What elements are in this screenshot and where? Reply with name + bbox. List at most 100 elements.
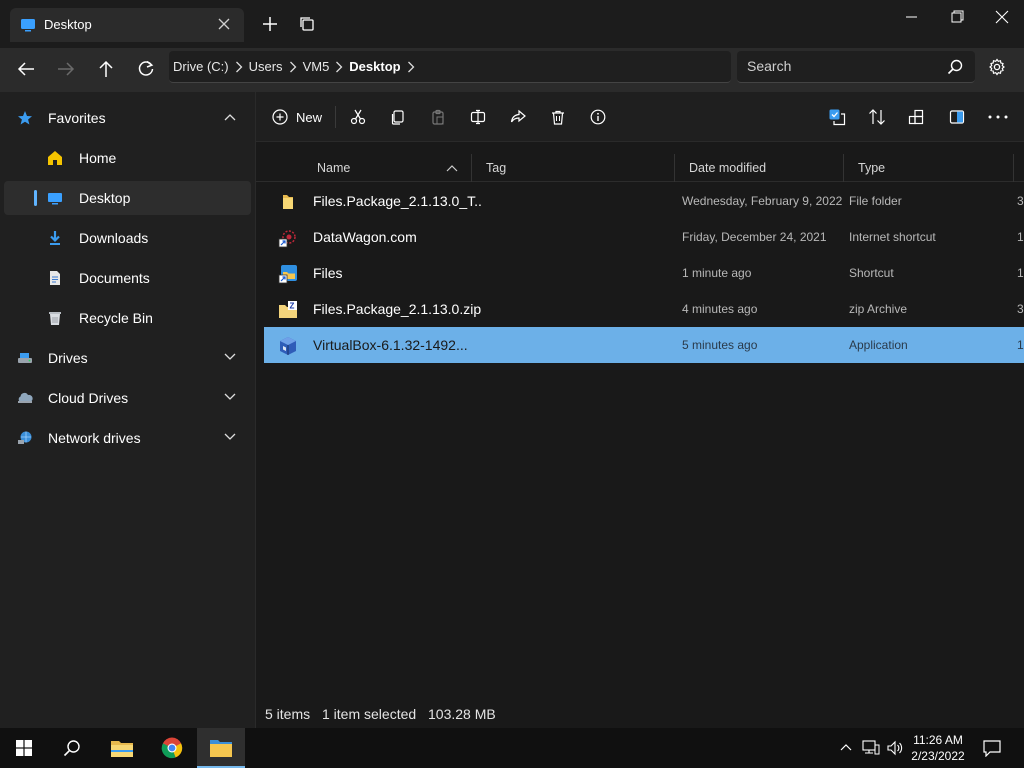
close-window-icon[interactable] [992,9,1016,25]
virtualbox-icon [278,336,298,356]
more-icon[interactable] [988,107,1008,127]
select-icon[interactable] [827,107,847,127]
column-date-modified[interactable]: Date modified [689,161,766,175]
chrome-icon[interactable] [148,728,196,768]
chevron-right-icon[interactable] [335,61,343,73]
column-tag[interactable]: Tag [486,161,506,175]
new-button[interactable]: New [272,106,322,128]
chevron-up-icon[interactable] [840,743,852,751]
column-divider[interactable] [471,154,472,182]
file-explorer-icon[interactable] [98,728,146,768]
sort-ascending-icon[interactable] [446,164,458,172]
app-shortcut-icon [278,264,298,284]
breadcrumb-desktop[interactable]: Desktop [349,59,400,74]
column-divider[interactable] [1013,154,1014,182]
table-row[interactable]: Files 1 minute ago Shortcut 1 [264,255,1024,291]
delete-icon[interactable] [548,107,568,127]
windows-start-icon[interactable] [0,728,48,768]
chevron-right-icon[interactable] [235,61,243,73]
clock-time: 11:26 AM [913,733,963,747]
zip-archive-icon: Z [278,300,298,320]
chevron-up-icon[interactable] [224,113,236,121]
table-row[interactable]: Z Files.Package_2.1.13.0.zip 4 minutes a… [264,291,1024,327]
sidebar-item-label: Drives [48,350,88,366]
breadcrumb-drive-c[interactable]: Drive (C:) [173,59,229,74]
notifications-icon[interactable] [983,740,1001,757]
table-row[interactable]: Files.Package_2.1.13.0_T... Wednesday, F… [264,183,1024,219]
up-arrow-icon[interactable] [94,57,118,81]
sidebar-item-recycle-bin[interactable]: Recycle Bin [4,301,251,335]
copy-icon[interactable] [388,107,408,127]
chevron-right-icon[interactable] [407,61,415,73]
internet-shortcut-icon [278,228,298,248]
file-date: Wednesday, February 9, 2022 [682,194,843,208]
sort-icon[interactable] [867,107,887,127]
column-divider[interactable] [674,154,675,182]
star-icon [16,109,34,127]
sidebar-item-drives[interactable]: Drives [4,341,251,375]
clock[interactable]: 11:26 AM 2/23/2022 [902,732,974,764]
rename-icon[interactable] [468,107,488,127]
chevron-right-icon[interactable] [289,61,297,73]
sidebar-item-network-drives[interactable]: Network drives [4,421,251,455]
preview-pane-icon[interactable] [947,107,967,127]
cloud-icon [16,389,34,407]
tab-desktop[interactable]: Desktop [10,8,244,42]
search-input[interactable] [747,58,937,74]
restore-icon[interactable] [946,9,970,25]
chevron-down-icon[interactable] [224,353,236,361]
files-app-icon[interactable] [197,728,245,768]
minimize-icon[interactable] [900,9,924,25]
file-size: 3 [1017,302,1024,316]
properties-icon[interactable] [588,107,608,127]
sidebar-item-label: Documents [79,270,150,286]
sidebar-item-label: Favorites [48,110,106,126]
column-name[interactable]: Name [317,161,350,175]
refresh-icon[interactable] [134,57,158,81]
status-bar: 5 items 1 item selected 103.28 MB [256,704,1024,726]
sidebar-item-label: Downloads [79,230,149,246]
gear-icon[interactable] [988,58,1006,76]
file-date: 4 minutes ago [682,302,758,316]
chevron-down-icon[interactable] [224,393,236,401]
close-tab-icon[interactable] [218,18,230,30]
sidebar-item-label: Recycle Bin [79,310,153,326]
sidebar-item-label: Cloud Drives [48,390,129,406]
table-row[interactable]: VirtualBox-6.1.32-1492... 5 minutes ago … [264,327,1024,363]
toolbar-divider [335,106,336,128]
breadcrumb-vm5[interactable]: VM5 [303,59,330,74]
search-box[interactable] [737,51,975,83]
sidebar-item-favorites[interactable]: Favorites [4,101,251,135]
paste-icon[interactable] [428,107,448,127]
layout-icon[interactable] [906,107,926,127]
cut-icon[interactable] [348,107,368,127]
title-bar: Desktop [0,0,1024,48]
column-divider[interactable] [843,154,844,182]
file-type: Application [849,338,908,352]
chevron-down-icon[interactable] [224,433,236,441]
sidebar-item-home[interactable]: Home [4,141,251,175]
breadcrumb[interactable]: Drive (C:) Users VM5 Desktop [169,51,731,83]
file-type: zip Archive [849,302,908,316]
tab-label: Desktop [44,17,92,32]
sidebar-item-label: Desktop [79,190,131,206]
column-type[interactable]: Type [858,161,885,175]
new-tab-icon[interactable] [262,16,278,32]
table-row[interactable]: DataWagon.com Friday, December 24, 2021 … [264,219,1024,255]
sidebar-item-desktop[interactable]: Desktop [4,181,251,215]
sidebar-item-downloads[interactable]: Downloads [4,221,251,255]
sidebar-item-documents[interactable]: Documents [4,261,251,295]
tab-actions-icon[interactable] [300,17,314,31]
file-name: Files [313,265,343,281]
network-icon[interactable] [862,740,880,756]
breadcrumb-users[interactable]: Users [249,59,283,74]
back-arrow-icon[interactable] [14,57,38,81]
sidebar-item-cloud-drives[interactable]: Cloud Drives [4,381,251,415]
forward-arrow-icon[interactable] [54,57,78,81]
selection-size: 103.28 MB [428,706,496,722]
network-icon [16,429,34,447]
search-icon[interactable] [947,59,963,75]
share-icon[interactable] [508,107,528,127]
file-size: 1 [1017,230,1024,244]
search-icon[interactable] [48,728,96,768]
